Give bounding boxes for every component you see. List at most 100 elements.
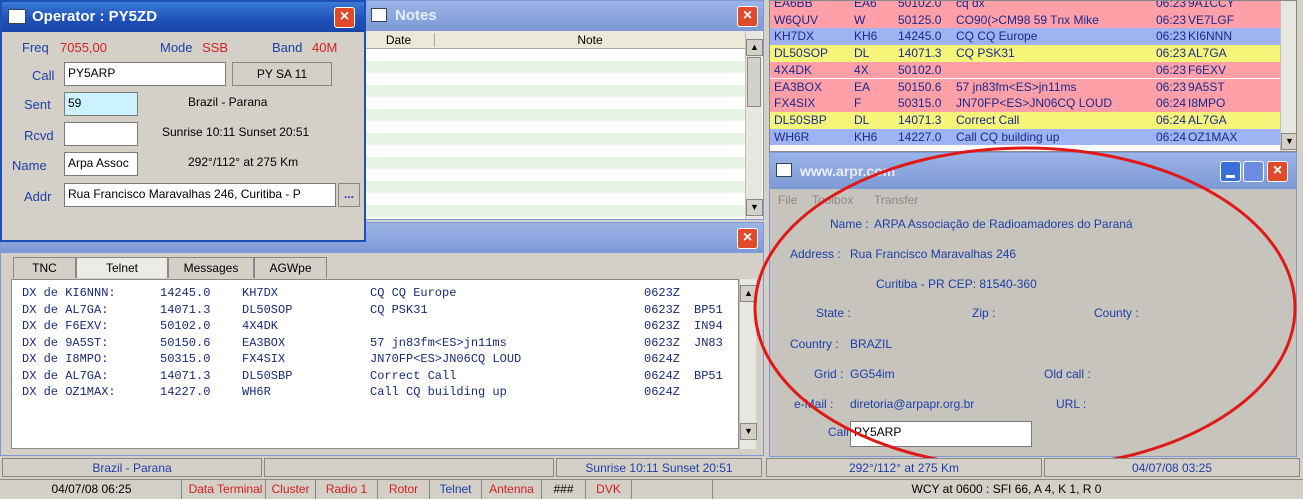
rcvd-field[interactable]: [64, 122, 138, 146]
telnet-grid: BP51: [694, 368, 723, 383]
telnet-de: DX de AL7GA:: [22, 302, 109, 317]
tab-tnc[interactable]: TNC: [13, 257, 76, 278]
sun-text: Sunrise 10:11 Sunset 20:51: [162, 125, 310, 139]
band-label: Band: [272, 40, 303, 55]
spot-call: KH7DX: [774, 29, 815, 44]
spot-row[interactable]: EA3BOX EA 50150.6 57 jn83fm<ES>jn11ms 06:23 9…: [770, 78, 1280, 96]
rotor-button[interactable]: Rotor: [378, 480, 430, 499]
data-terminal-button[interactable]: Data Terminal: [186, 480, 266, 499]
telnet-msg: Correct Call: [370, 368, 457, 383]
spot-time: 06:24: [1156, 96, 1187, 111]
spot-call: EA6BB: [774, 0, 813, 10]
operator-close-button[interactable]: ×: [334, 7, 355, 28]
spot-info: CQ PSK31: [956, 46, 1015, 61]
telnet-freq: 14071.3: [160, 302, 211, 317]
cluster-button[interactable]: Cluster: [266, 480, 316, 499]
sent-field[interactable]: 59: [64, 92, 138, 116]
call-field[interactable]: PY5ARP: [64, 62, 226, 86]
spot-call: DL50SBP: [774, 112, 827, 127]
spot-row[interactable]: 4X4DK 4X 50102.0 06:23 F6EXV: [770, 61, 1280, 79]
spot-info: Correct Call: [956, 112, 1020, 127]
telnet-button[interactable]: Telnet: [430, 480, 482, 499]
spot-row[interactable]: DL50SBP DL 14071.3 Correct Call 06:24 AL7GA: [770, 111, 1280, 129]
spots-panel: EA6BB EA6 50102.0 cq dx 06:23 9A1CCY W6QUV W 501…: [769, 0, 1297, 152]
spot-time: 06:23: [1156, 46, 1187, 61]
spot-spotter: AL7GA: [1188, 112, 1227, 127]
telnet-time: 0623Z: [644, 286, 681, 300]
telnet-line: DX de KI6NNN: 14245.0 KH7DX CQ CQ Europe 062…: [12, 286, 740, 302]
spot-row[interactable]: W6QUV W 50125.0 CO90(>CM98 59 Tnx Mike 06:23…: [770, 11, 1280, 29]
location-text: Brazil - Parana: [188, 95, 268, 109]
telnet-de: DX de 9A5ST:: [22, 335, 109, 350]
terminal-tabs: TNC Telnet Messages AGWpe: [13, 257, 413, 279]
spot-freq: 50102.0: [898, 0, 942, 10]
spots-scrollbar[interactable]: ▼: [1280, 1, 1296, 151]
telnet-time: 0623Z: [644, 319, 681, 333]
spot-pfx: DL: [854, 112, 870, 127]
tab-agwpe[interactable]: AGWpe: [254, 257, 327, 278]
prefix-info: PY SA 11: [232, 62, 332, 86]
telnet-grid: BP51: [694, 302, 723, 317]
telnet-freq: 14227.0: [160, 385, 211, 399]
spot-row[interactable]: KH7DX KH6 14245.0 CQ CQ Europe 06:23 KI6NNN: [770, 28, 1280, 46]
spot-freq: 50102.0: [898, 62, 942, 77]
telnet-de: DX de KI6NNN:: [22, 286, 116, 300]
highlight-ellipse: [753, 146, 1297, 470]
tab-messages[interactable]: Messages: [168, 257, 254, 278]
mode-value: SSB: [202, 40, 229, 55]
antenna-button[interactable]: Antenna: [482, 480, 542, 499]
status-location: Brazil - Parana: [2, 458, 262, 477]
telnet-msg: Call CQ building up: [370, 385, 507, 399]
dvk-button[interactable]: DVK: [586, 480, 632, 499]
terminal-window: × TNC Telnet Messages AGWpe DX de KI6NNN…: [0, 222, 764, 456]
telnet-de: DX de OZ1MAX:: [22, 385, 116, 399]
notes-col-date[interactable]: Date: [363, 33, 435, 47]
telnet-grid: JN83: [694, 335, 723, 350]
operator-titlebar[interactable]: Operator : PY5ZD ×: [2, 2, 364, 32]
hash-button[interactable]: ###: [542, 480, 586, 499]
radio-1-button[interactable]: Radio 1: [316, 480, 378, 499]
notes-titlebar[interactable]: Notes ×: [363, 1, 763, 31]
status-bearing: 292°/112° at 275 Km: [766, 458, 1042, 477]
telnet-time: 0623Z: [644, 335, 681, 350]
status-datetime: 04/07/08 03:25: [1044, 458, 1300, 477]
spot-spotter: KI6NNN: [1188, 29, 1233, 44]
telnet-freq: 50102.0: [160, 319, 211, 333]
scroll-thumb[interactable]: [747, 57, 761, 107]
spot-row[interactable]: DL50SOP DL 14071.3 CQ PSK31 06:23 AL7GA: [770, 45, 1280, 62]
operator-window-icon: [8, 9, 26, 24]
rcvd-label: Rcvd: [24, 128, 54, 143]
spot-info: JN70FP<ES>JN06CQ LOUD: [956, 96, 1113, 111]
notes-list[interactable]: [363, 49, 745, 219]
telnet-call: KH7DX: [242, 286, 279, 300]
scroll-up-icon[interactable]: ▲: [746, 39, 763, 56]
telnet-grid: IN94: [694, 319, 723, 333]
telnet-line: DX de 9A5ST: 50150.6 EA3BOX 57 jn83fm<ES>jn…: [12, 336, 740, 352]
tab-telnet[interactable]: Telnet: [76, 257, 168, 278]
status-datetime-local: 04/07/08 06:25: [2, 480, 182, 499]
name-field[interactable]: Arpa Assoc: [64, 152, 138, 176]
addr-field[interactable]: Rua Francisco Maravalhas 246, Curitiba -…: [64, 183, 336, 207]
telnet-line: DX de AL7GA: 14071.3 DL50SBP Correct Call 06…: [12, 369, 740, 385]
wcy-info: WCY at 0600 : SFI 66, A 4, K 1, R 0: [712, 480, 1300, 499]
telnet-time: 0624Z: [644, 385, 681, 399]
spot-info: 57 jn83fm<ES>jn11ms: [956, 79, 1077, 94]
spot-call: FX4SIX: [774, 96, 816, 111]
telnet-output[interactable]: DX de KI6NNN: 14245.0 KH7DX CQ CQ Europe 062…: [11, 279, 739, 449]
spot-call: EA3BOX: [774, 79, 823, 94]
telnet-call: EA3BOX: [242, 335, 286, 350]
addr-label: Addr: [24, 189, 52, 204]
telnet-time: 0624Z: [644, 368, 681, 383]
status-empty: [264, 458, 554, 477]
spot-call: W6QUV: [774, 12, 819, 27]
notes-close-button[interactable]: ×: [737, 6, 758, 27]
spot-row[interactable]: FX4SIX F 50315.0 JN70FP<ES>JN06CQ LOUD 06:24…: [770, 95, 1280, 112]
spot-pfx: KH6: [854, 29, 878, 44]
spot-call: 4X4DK: [774, 62, 813, 77]
spot-pfx: EA: [854, 79, 871, 94]
telnet-msg: CQ PSK31: [370, 302, 428, 317]
addr-lookup-button[interactable]: ...: [338, 183, 360, 207]
notes-col-note[interactable]: Note: [435, 33, 745, 47]
telnet-de: DX de F6EXV:: [22, 319, 109, 333]
spot-row[interactable]: EA6BB EA6 50102.0 cq dx 06:23 9A1CCY: [770, 0, 1280, 12]
